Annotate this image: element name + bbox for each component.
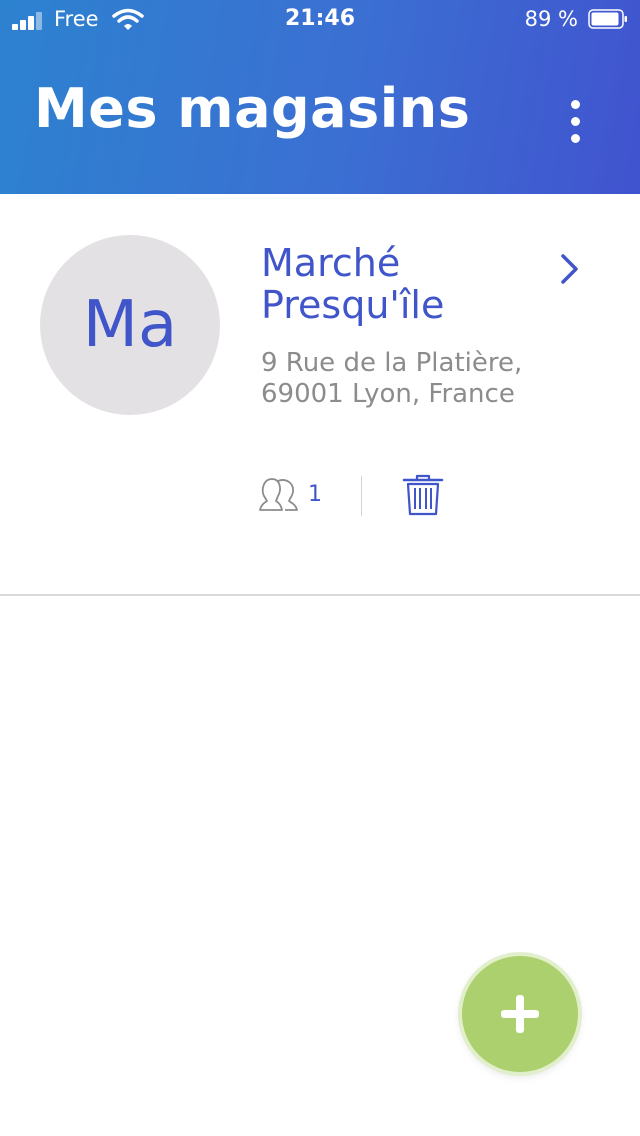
- store-avatar-initials: Ma: [82, 288, 178, 362]
- page-title: Mes magasins: [34, 77, 471, 140]
- chevron-right-icon[interactable]: [556, 252, 584, 286]
- plus-icon: [501, 995, 539, 1033]
- store-name[interactable]: Marché Presqu'île: [261, 242, 541, 326]
- trash-icon[interactable]: [402, 474, 444, 516]
- store-card[interactable]: Ma Marché Presqu'île 9 Rue de la Platièr…: [0, 194, 640, 596]
- add-store-button[interactable]: [462, 956, 578, 1072]
- store-avatar: Ma: [40, 235, 220, 415]
- members-count: 1: [308, 482, 322, 507]
- members-button[interactable]: 1: [258, 474, 338, 514]
- store-address: 9 Rue de la Platière, 69001 Lyon, France: [261, 348, 523, 409]
- battery-percentage: 89 %: [524, 7, 578, 31]
- members-icon: [259, 478, 298, 511]
- battery-icon: [588, 9, 627, 29]
- app-header: Free 21:46 89 % Mes magasins: [0, 0, 640, 194]
- action-divider: [361, 476, 362, 516]
- more-vertical-icon[interactable]: [556, 98, 596, 146]
- status-bar: Free 21:46 89 %: [0, 0, 640, 40]
